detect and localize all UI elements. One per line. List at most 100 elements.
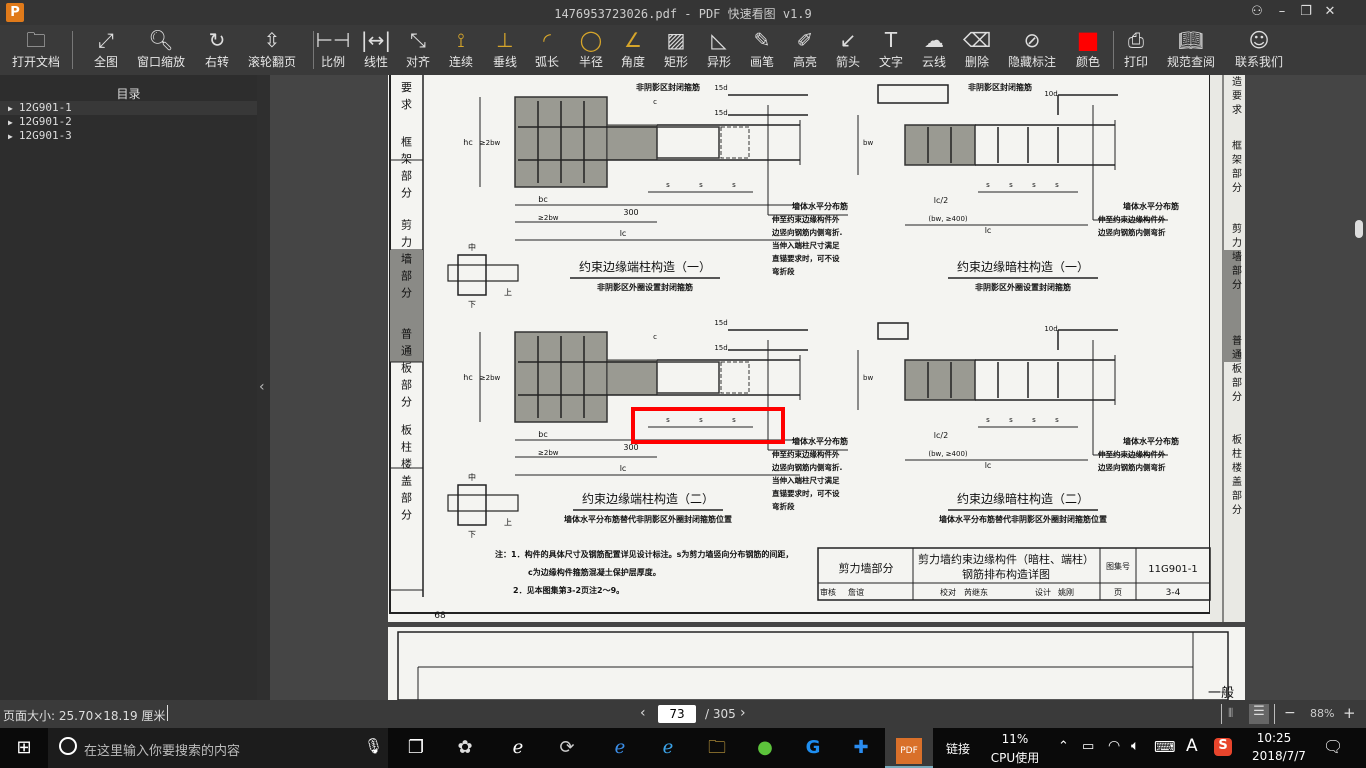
hidden-column-shaded: [904, 124, 976, 166]
maximize-icon[interactable]: ❐: [1296, 3, 1316, 21]
closed-stirrup-label: 非阴影区封闭箍筋: [968, 82, 1032, 92]
app-ie-icon[interactable]: ℯ: [494, 728, 542, 768]
drawing-canvas: 般构造要求框架部分剪力墙部分普通板部分板柱楼盖部分般构造要求框架部分剪力墙部分普…: [389, 30, 1245, 622]
tool-book-search[interactable]: 📖︎ 规范查阅: [1161, 25, 1221, 75]
dim-15d: 15d: [714, 109, 727, 117]
app-g-icon[interactable]: G: [789, 728, 837, 768]
pdf-viewer-taskbar-button[interactable]: PDF: [885, 728, 933, 768]
app-pinwheel-icon[interactable]: ✿: [441, 728, 489, 768]
app-swirl-icon[interactable]: ⟳: [543, 728, 591, 768]
battery-icon[interactable]: ▭: [1082, 739, 1094, 754]
rotate-right-icon: ↻: [208, 28, 226, 52]
keyboard-icon[interactable]: ⌨: [1154, 738, 1176, 756]
tray-expand-icon[interactable]: ⌃: [1058, 739, 1069, 754]
right-tab-3: 普通板部分: [1230, 334, 1242, 405]
vertical-scrollbar[interactable]: [1352, 75, 1366, 700]
caption-subtitle: 墙体水平分布筋替代非阴影区外圈封闭箍筋位置: [939, 514, 1107, 524]
sidebar-collapse-button[interactable]: ‹: [257, 75, 270, 700]
expand-icon[interactable]: ▶: [8, 118, 13, 127]
internet-explorer-icon[interactable]: ℯ: [644, 728, 692, 768]
dim-s: s: [1032, 181, 1036, 189]
tool-contact-qq[interactable]: ☺ 联系我们: [1229, 25, 1289, 75]
minimize-icon[interactable]: –: [1272, 3, 1292, 21]
next-page-button[interactable]: ›: [740, 705, 746, 721]
wall-bar-note: 当伸入端柱尺寸满足: [772, 475, 840, 485]
section-mark: 中: [468, 472, 476, 482]
wall-bar-note: 伸至约束边缘构件外: [1097, 449, 1166, 459]
close-icon[interactable]: ✕: [1320, 3, 1340, 21]
wall-bar-note: 边竖向钢筋内侧弯折: [1097, 462, 1166, 472]
dim-bw400: (bw, ≥400): [928, 215, 968, 223]
search-box[interactable]: 在这里输入你要搜索的内容 🎙︎: [48, 728, 388, 768]
app-green-icon[interactable]: ●: [741, 728, 789, 768]
app-plus-icon[interactable]: ✚: [837, 728, 885, 768]
toc-item[interactable]: ▶ 12G901-3: [0, 129, 257, 143]
page-number-input[interactable]: 73: [658, 705, 696, 723]
expand-icon[interactable]: ▶: [8, 104, 13, 113]
wall-bar-label: 墙体水平分布筋: [1123, 436, 1179, 446]
taskbar: ⊞ 在这里输入你要搜索的内容 🎙︎ ❐ ✿ ℯ ⟳ ℯ ℯ 🗀 ● G ✚ PD…: [0, 728, 1366, 768]
link-toolbar-label[interactable]: 链接: [946, 740, 970, 757]
dim-s: s: [1055, 181, 1059, 189]
notification-center-icon[interactable]: 🗨︎: [1323, 737, 1343, 756]
toolbar-separator: [1113, 31, 1114, 69]
single-page-view-icon[interactable]: ☰: [1249, 704, 1269, 724]
wall-bar-label: 墙体水平分布筋: [792, 436, 848, 446]
sogou-ime-icon[interactable]: S: [1214, 738, 1232, 756]
ime-mode[interactable]: A: [1186, 736, 1198, 756]
two-page-view-icon[interactable]: ⦀: [1228, 706, 1233, 721]
microphone-icon[interactable]: 🎙︎: [364, 737, 383, 755]
volume-icon[interactable]: 🔈︎: [1131, 738, 1139, 754]
tool-mouse-wheel[interactable]: ⇳ 滚轮翻页: [242, 25, 302, 75]
wall-bar-note: 边竖向钢筋内侧弯折: [1097, 227, 1166, 237]
wall-bar-note: 弯折段: [772, 501, 795, 511]
expand-icon[interactable]: ▶: [8, 132, 13, 141]
toolbar: 🗀 打开文档 ⤢ 全图 🔍︎ 窗口缩放 ↻ 右转 ⇳ 滚轮翻页 ⊢⊣ 比例 |↔| 线性 ⤡ 对齐 ⟟ 连续 ⊥ 垂线…: [0, 25, 1366, 75]
file-explorer-icon[interactable]: 🗀: [693, 728, 741, 768]
toolbar-separator: [313, 31, 314, 69]
cpu-label: CPU使用: [990, 751, 1040, 765]
tool-print[interactable]: ⎙ 打印: [1106, 25, 1166, 75]
dim-300: 300: [623, 443, 638, 452]
status-bar: 页面大小: 25.70×18.19 厘米 ‹ 73 / 305 › ⦀ ☰ − …: [0, 700, 1366, 728]
dim-s: s: [1009, 416, 1013, 424]
next-page-tab: 一般: [1208, 685, 1234, 700]
tool-folder[interactable]: 🗀 打开文档: [6, 25, 66, 75]
page-size: 页面大小: 25.70×18.19 厘米: [3, 709, 166, 723]
scrollbar-thumb[interactable]: [1355, 220, 1363, 238]
clock-date[interactable]: 2018/7/7: [1244, 749, 1314, 763]
user-icon[interactable]: ⚇: [1247, 3, 1267, 21]
shaded-extension: [606, 124, 658, 161]
windows-start-icon[interactable]: ⊞: [0, 728, 48, 768]
tool-label: 联系我们: [1234, 55, 1283, 69]
page-total: / 305: [705, 707, 736, 721]
text-cursor: [167, 705, 168, 721]
tool-zoom[interactable]: 🔍︎ 窗口缩放: [131, 25, 191, 75]
dim-15d: 15d: [714, 84, 727, 92]
dim-bw: bw: [863, 374, 873, 382]
section-mark: 下: [468, 300, 476, 309]
hidden-column-shaded: [904, 359, 976, 401]
task-view-icon[interactable]: ❐: [392, 728, 440, 768]
note-line: 2．见本图集第3-2页注2～9。: [513, 585, 624, 595]
side-tab-1: 框架部分: [400, 136, 413, 204]
toc-item[interactable]: ▶ 12G901-2: [0, 115, 257, 129]
tool-eraser[interactable]: ⌫ 删除: [947, 25, 1007, 75]
side-tab-4: 板柱楼盖部分: [400, 423, 413, 526]
tool-label: 删除: [964, 55, 989, 69]
clock-time[interactable]: 10:25: [1244, 731, 1304, 745]
tool-rotate-right[interactable]: ↻ 右转: [187, 25, 247, 75]
prev-page-button[interactable]: ‹: [640, 705, 646, 721]
zoom-out-button[interactable]: −: [1284, 705, 1296, 721]
zoom-in-button[interactable]: +: [1343, 704, 1356, 722]
toc-item[interactable]: ▶ 12G901-1: [0, 101, 257, 115]
tool-fit-all[interactable]: ⤢ 全图: [76, 25, 136, 75]
section-symbol: [457, 484, 487, 526]
title-section: 剪力墙部分: [839, 561, 894, 575]
right-tab-1: 框架部分: [1230, 139, 1242, 196]
edge-icon[interactable]: ℯ: [596, 728, 644, 768]
tool-hide-annotations[interactable]: ⊘ 隐藏标注: [1002, 25, 1062, 75]
wifi-icon[interactable]: ◠: [1108, 738, 1120, 754]
dim-15d: 15d: [714, 344, 727, 352]
contact-qq-icon: ☺: [1248, 28, 1270, 52]
